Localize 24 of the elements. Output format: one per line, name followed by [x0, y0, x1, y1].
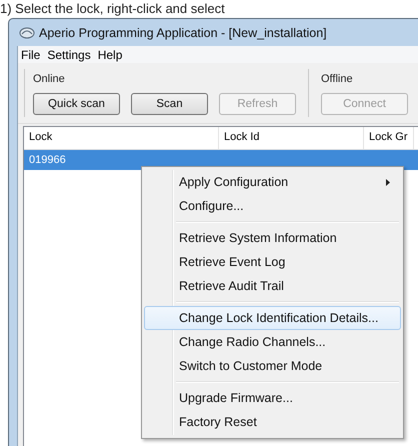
menu-item[interactable]: File [21, 48, 40, 61]
toolbar-button[interactable]: Scan [131, 93, 208, 115]
context-menu-item[interactable]: Change Lock Identification Details... [144, 306, 401, 330]
context-menu-item[interactable]: Configure... [144, 194, 401, 218]
group-label: Offline [321, 72, 354, 85]
context-menu-item[interactable]: Factory Reset [144, 410, 401, 434]
caption-text: 1) Select the lock, right-click and select [0, 1, 225, 16]
column-header[interactable]: Lock Gr [364, 127, 414, 149]
column-header[interactable]: Lock [24, 127, 219, 149]
table-cell-text: 019966 [28, 154, 67, 166]
app-logo-icon [19, 26, 35, 38]
context-menu-item[interactable]: Retrieve Event Log [144, 250, 401, 274]
context-menu-item[interactable]: Retrieve System Information [144, 226, 401, 250]
context-menu-item[interactable]: Switch to Customer Mode [144, 354, 401, 378]
menu-item[interactable]: Help [98, 48, 122, 61]
context-menu-item[interactable]: Change Radio Channels... [144, 330, 401, 354]
context-menu-item[interactable]: Retrieve Audit Trail [144, 274, 401, 298]
context-menu-item[interactable]: Upgrade Firmware... [144, 386, 401, 410]
context-menu-item[interactable]: Apply Configuration [144, 170, 401, 194]
toolbar-button[interactable]: Quick scan [33, 93, 120, 115]
window-title: Aperio Programming Application - [New_installation] [39, 26, 327, 40]
column-header[interactable]: Lock Id [219, 127, 364, 149]
menu-item[interactable]: Settings [47, 48, 91, 61]
group-label: Online [33, 72, 66, 85]
